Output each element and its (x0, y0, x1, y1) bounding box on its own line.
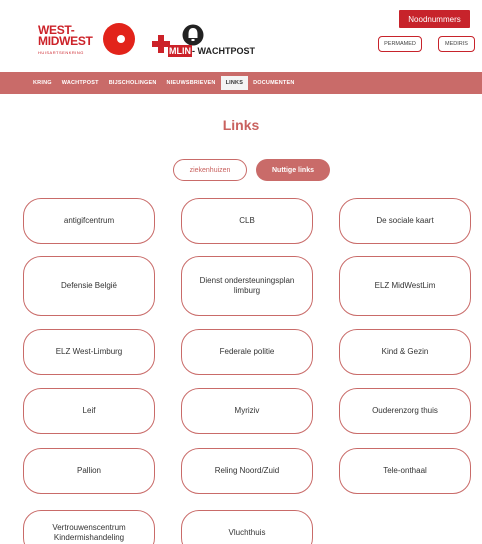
link-card-defensie[interactable]: Defensie België (23, 256, 155, 316)
link-card-reling[interactable]: Reling Noord/Zuid (181, 448, 313, 494)
link-card-sociale-kaart[interactable]: De sociale kaart (339, 198, 471, 244)
link-card-antigifcentrum[interactable]: antigifcentrum (23, 198, 155, 244)
link-card-tele-onthaal[interactable]: Tele-onthaal (339, 448, 471, 494)
link-card-kind-gezin[interactable]: Kind & Gezin (339, 329, 471, 375)
link-card-elz-west-limburg[interactable]: ELZ West-Limburg (23, 329, 155, 375)
link-card-dienst-ondersteuningsplan[interactable]: Dienst ondersteuningsplan limburg (181, 256, 313, 316)
link-card-pallion[interactable]: Pallion (23, 448, 155, 494)
links-grid: antigifcentrum CLB De sociale kaart Defe… (0, 0, 482, 544)
link-card-clb[interactable]: CLB (181, 198, 313, 244)
link-card-ouderenzorg-thuis[interactable]: Ouderenzorg thuis (339, 388, 471, 434)
link-card-leif[interactable]: Leif (23, 388, 155, 434)
link-card-myriziv[interactable]: Myriziv (181, 388, 313, 434)
link-card-elz-midwestlim[interactable]: ELZ MidWestLim (339, 256, 471, 316)
link-card-federale-politie[interactable]: Federale politie (181, 329, 313, 375)
link-card-vertrouwenscentrum[interactable]: Vertrouwenscentrum Kindermishandeling (23, 510, 155, 544)
link-card-vluchthuis[interactable]: Vluchthuis (181, 510, 313, 544)
